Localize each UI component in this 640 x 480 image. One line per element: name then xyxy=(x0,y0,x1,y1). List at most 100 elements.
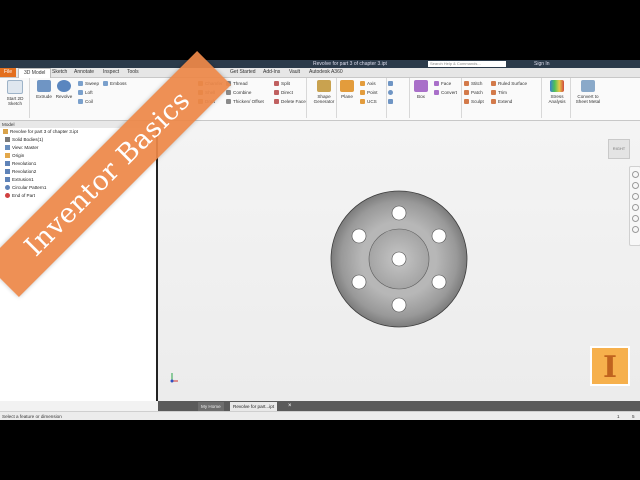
tab-autodesk-a360[interactable]: Autodesk A360 xyxy=(309,68,343,77)
circular-pattern-button[interactable] xyxy=(388,90,395,96)
delete-face-button[interactable]: Delete Face xyxy=(274,99,306,105)
help-search-input[interactable]: Search Help & Commands... xyxy=(428,61,506,67)
divider xyxy=(336,78,337,118)
look-at-icon[interactable] xyxy=(631,215,639,222)
tab-add-ins[interactable]: Add-Ins xyxy=(263,68,280,77)
face-button[interactable]: Face xyxy=(434,81,451,87)
ucs-label: UCS xyxy=(367,99,377,104)
emboss-icon xyxy=(103,81,108,87)
browser-item[interactable]: Extrusion1 xyxy=(5,176,34,184)
browser-item-label: Extrusion1 xyxy=(12,177,34,182)
window-title: Revolve for part 3 of chapter 3.ipt xyxy=(313,61,387,67)
divider xyxy=(29,78,30,118)
extend-button[interactable]: Extend xyxy=(491,99,512,105)
shape-generator-button[interactable]: Shape Generator xyxy=(310,80,338,104)
browser-item[interactable]: Solid Bodies(1) xyxy=(5,136,43,144)
browser-item[interactable]: View: Master xyxy=(5,144,38,152)
stress-analysis-button[interactable]: Stress Analysis xyxy=(543,80,571,104)
divider xyxy=(409,78,410,118)
coil-button[interactable]: Coil xyxy=(78,99,93,105)
point-label: Point xyxy=(367,90,378,95)
browser-root[interactable]: Revolve for part 3 of chapter 3.ipt xyxy=(3,128,78,136)
box-button[interactable]: Box xyxy=(410,80,432,99)
trim-button[interactable]: Trim xyxy=(491,90,507,96)
face-icon xyxy=(434,81,439,87)
tab-tools[interactable]: Tools xyxy=(127,68,139,77)
zoom-all-icon[interactable] xyxy=(631,226,639,233)
tab-annotate[interactable]: Annotate xyxy=(74,68,94,77)
convert-freeform-button[interactable]: Convert xyxy=(434,90,457,96)
graphics-viewport[interactable]: RIGHT xyxy=(158,121,640,401)
inventor-window: Revolve for part 3 of chapter 3.ipt Sear… xyxy=(0,60,640,420)
sweep-button[interactable]: Sweep xyxy=(78,81,99,87)
tab-active-document[interactable]: Revolve for part...ipt xyxy=(230,402,278,411)
browser-item[interactable]: Origin xyxy=(5,152,24,160)
navigation-bar[interactable] xyxy=(629,166,640,246)
sketch-icon xyxy=(7,80,23,94)
revolve-icon xyxy=(5,169,10,175)
full-navigation-wheel-icon[interactable] xyxy=(631,171,639,178)
bolt-hole[interactable] xyxy=(391,297,407,313)
plane-button[interactable]: Plane xyxy=(336,80,358,99)
ucs-button[interactable]: UCS xyxy=(360,99,377,105)
browser-item[interactable]: End of Part xyxy=(5,192,35,200)
direct-icon xyxy=(274,90,279,96)
mirror-button[interactable] xyxy=(388,99,395,105)
tab-vault[interactable]: Vault xyxy=(289,68,300,77)
loft-button[interactable]: Loft xyxy=(78,90,93,96)
bolt-hole[interactable] xyxy=(391,205,407,221)
divider xyxy=(306,78,307,118)
browser-item[interactable]: Revolution2 xyxy=(5,168,36,176)
axis-button[interactable]: Axis xyxy=(360,81,376,87)
tab-file[interactable]: File xyxy=(0,68,16,77)
convert-sheet-metal-button[interactable]: Convert to Sheet Metal xyxy=(572,80,604,104)
pan-icon[interactable] xyxy=(631,182,639,189)
point-button[interactable]: Point xyxy=(360,90,377,96)
viewcube[interactable]: RIGHT xyxy=(608,139,630,159)
combine-button[interactable]: Combine xyxy=(226,90,251,96)
sculpt-button[interactable]: Sculpt xyxy=(464,99,484,105)
bolt-hole[interactable] xyxy=(431,274,447,290)
extend-icon xyxy=(491,99,496,105)
center-hole[interactable] xyxy=(391,251,407,267)
tab-inspect[interactable]: Inspect xyxy=(103,68,119,77)
close-tab-icon[interactable]: × xyxy=(288,401,292,411)
direct-button[interactable]: Direct xyxy=(274,90,293,96)
plane-icon xyxy=(340,80,354,92)
tab-my-home[interactable]: My Home xyxy=(198,402,224,411)
browser-item[interactable]: Circular Pattern1 xyxy=(5,184,46,192)
bolt-hole[interactable] xyxy=(351,228,367,244)
bolt-hole[interactable] xyxy=(351,274,367,290)
revolve-button[interactable]: Revolve xyxy=(50,80,78,99)
rectangular-pattern-button[interactable] xyxy=(388,81,395,87)
browser-item-label: End of Part xyxy=(12,193,35,198)
split-button[interactable]: Split xyxy=(274,81,290,87)
revolve-label: Revolve xyxy=(55,94,73,99)
browser-item-label: View: Master xyxy=(12,145,39,150)
sign-in-button[interactable]: Sign In xyxy=(534,60,550,68)
shape-generator-icon xyxy=(317,80,331,92)
tab-get-started[interactable]: Get Started xyxy=(230,68,256,77)
tab-sketch[interactable]: Sketch xyxy=(52,68,67,77)
emboss-button[interactable]: Emboss xyxy=(103,81,127,87)
coil-icon xyxy=(78,99,83,105)
start-2d-sketch-button[interactable]: Start 2D Sketch xyxy=(1,80,29,106)
inventor-logo-icon: I xyxy=(590,346,630,386)
bolt-hole[interactable] xyxy=(431,228,447,244)
patch-button[interactable]: Patch xyxy=(464,90,483,96)
extrude-icon xyxy=(5,177,10,183)
sheet-metal-icon xyxy=(581,80,595,92)
zoom-icon[interactable] xyxy=(631,193,639,200)
ribbon-tab-bar: File 3D Model Sketch Annotate Inspect To… xyxy=(0,68,640,78)
stitch-button[interactable]: Stitch xyxy=(464,81,483,87)
tab-3d-model[interactable]: 3D Model xyxy=(18,68,52,78)
orbit-icon[interactable] xyxy=(631,204,639,211)
ruled-surface-button[interactable]: Ruled Surface xyxy=(491,81,527,87)
status-message: Select a feature or dimension xyxy=(2,414,62,419)
browser-item[interactable]: Revolution1 xyxy=(5,160,36,168)
thicken-offset-button[interactable]: Thicken/ Offset xyxy=(226,99,264,105)
direct-label: Direct xyxy=(281,90,293,95)
part-graphic[interactable] xyxy=(158,121,640,401)
axis-label: Axis xyxy=(367,81,376,86)
split-icon xyxy=(274,81,279,87)
